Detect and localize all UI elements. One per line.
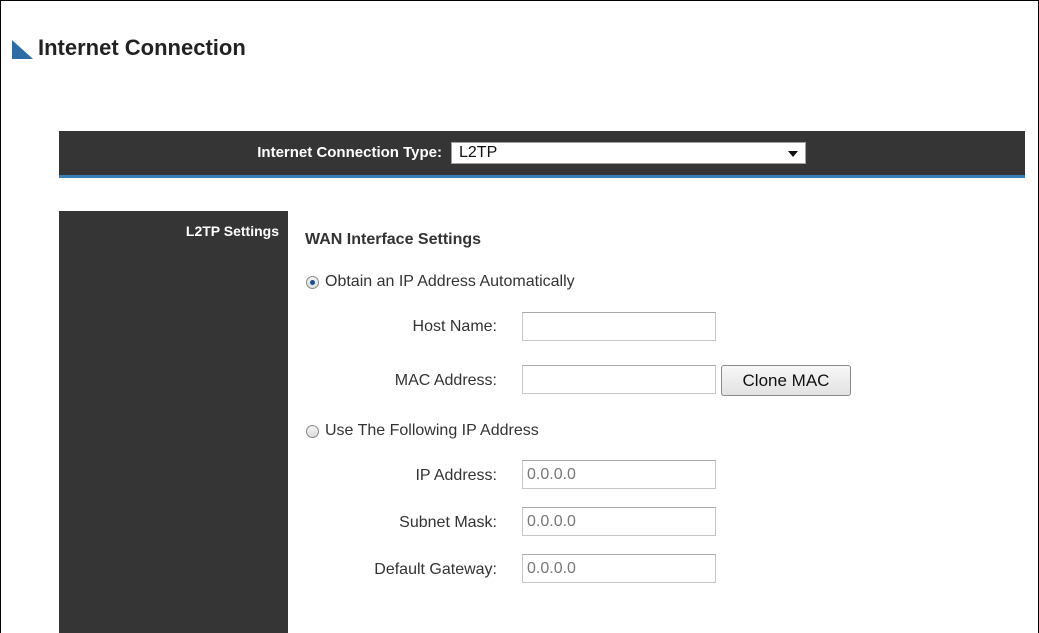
obtain-ip-auto-option[interactable]: Obtain an IP Address Automatically — [306, 273, 575, 291]
chevron-down-icon — [788, 151, 798, 157]
mac-address-label: MAC Address: — [394, 372, 497, 389]
title-triangle-icon — [12, 40, 33, 59]
default-gateway-input[interactable] — [522, 554, 716, 583]
page-title: Internet Connection — [38, 35, 246, 60]
ip-address-label: IP Address: — [415, 467, 497, 484]
connection-type-select[interactable]: L2TP — [451, 142, 806, 164]
host-name-input[interactable] — [522, 312, 716, 341]
radio-use-static[interactable] — [306, 424, 319, 438]
radio-obtain-auto[interactable] — [306, 275, 319, 289]
connection-type-label: Internet Connection Type: — [257, 144, 442, 161]
settings-side-panel: L2TP Settings — [59, 211, 288, 633]
wan-interface-heading: WAN Interface Settings — [305, 231, 482, 248]
subnet-mask-label: Subnet Mask: — [399, 514, 497, 531]
ip-address-input[interactable] — [522, 460, 716, 489]
frame-border-top — [0, 0, 1039, 1]
clone-mac-button[interactable]: Clone MAC — [721, 365, 851, 396]
use-static-ip-label: Use The Following IP Address — [325, 422, 539, 439]
host-name-label: Host Name: — [412, 318, 497, 335]
frame-border-left — [0, 0, 1, 633]
use-static-ip-option[interactable]: Use The Following IP Address — [306, 422, 539, 440]
obtain-ip-auto-label: Obtain an IP Address Automatically — [325, 273, 575, 290]
l2tp-settings-label: L2TP Settings — [185, 223, 279, 239]
mac-address-input[interactable] — [522, 365, 716, 394]
connection-type-value: L2TP — [459, 144, 498, 161]
subnet-mask-input[interactable] — [522, 507, 716, 536]
default-gateway-label: Default Gateway: — [374, 561, 497, 578]
